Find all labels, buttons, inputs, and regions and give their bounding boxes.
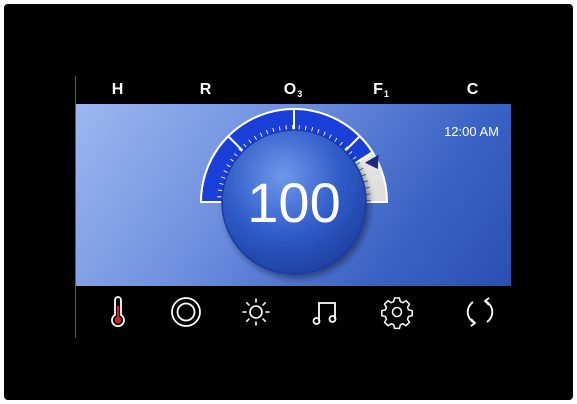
mode-tab-c[interactable]: C (458, 81, 488, 99)
mode-tab-h[interactable]: H (103, 81, 133, 99)
gear-icon (381, 297, 413, 330)
light-button[interactable] (238, 294, 274, 330)
mode-tab-o3[interactable]: O3 (278, 81, 308, 99)
temperature-dial[interactable]: 100 (76, 104, 511, 286)
thermometer-button[interactable] (100, 294, 136, 330)
mode-tab-r[interactable]: R (191, 81, 221, 99)
bottom-toolbar (76, 286, 511, 338)
target-icon (171, 297, 201, 327)
thermostat-device: H R O3 F1 C 12:00 AM 100 (4, 4, 573, 400)
target-button[interactable] (168, 294, 204, 330)
temperature-value: 100 (247, 171, 340, 234)
music-button[interactable] (309, 294, 345, 330)
sun-icon (242, 298, 270, 326)
mode-tab-f1[interactable]: F1 (366, 81, 396, 99)
settings-button[interactable] (379, 294, 415, 330)
music-note-icon (312, 302, 337, 325)
display-screen: 12:00 AM 100 (76, 104, 511, 286)
thermometer-icon (111, 296, 125, 328)
refresh-icon (466, 297, 494, 327)
refresh-button[interactable] (462, 294, 498, 330)
mode-bar: H R O3 F1 C (76, 76, 511, 104)
